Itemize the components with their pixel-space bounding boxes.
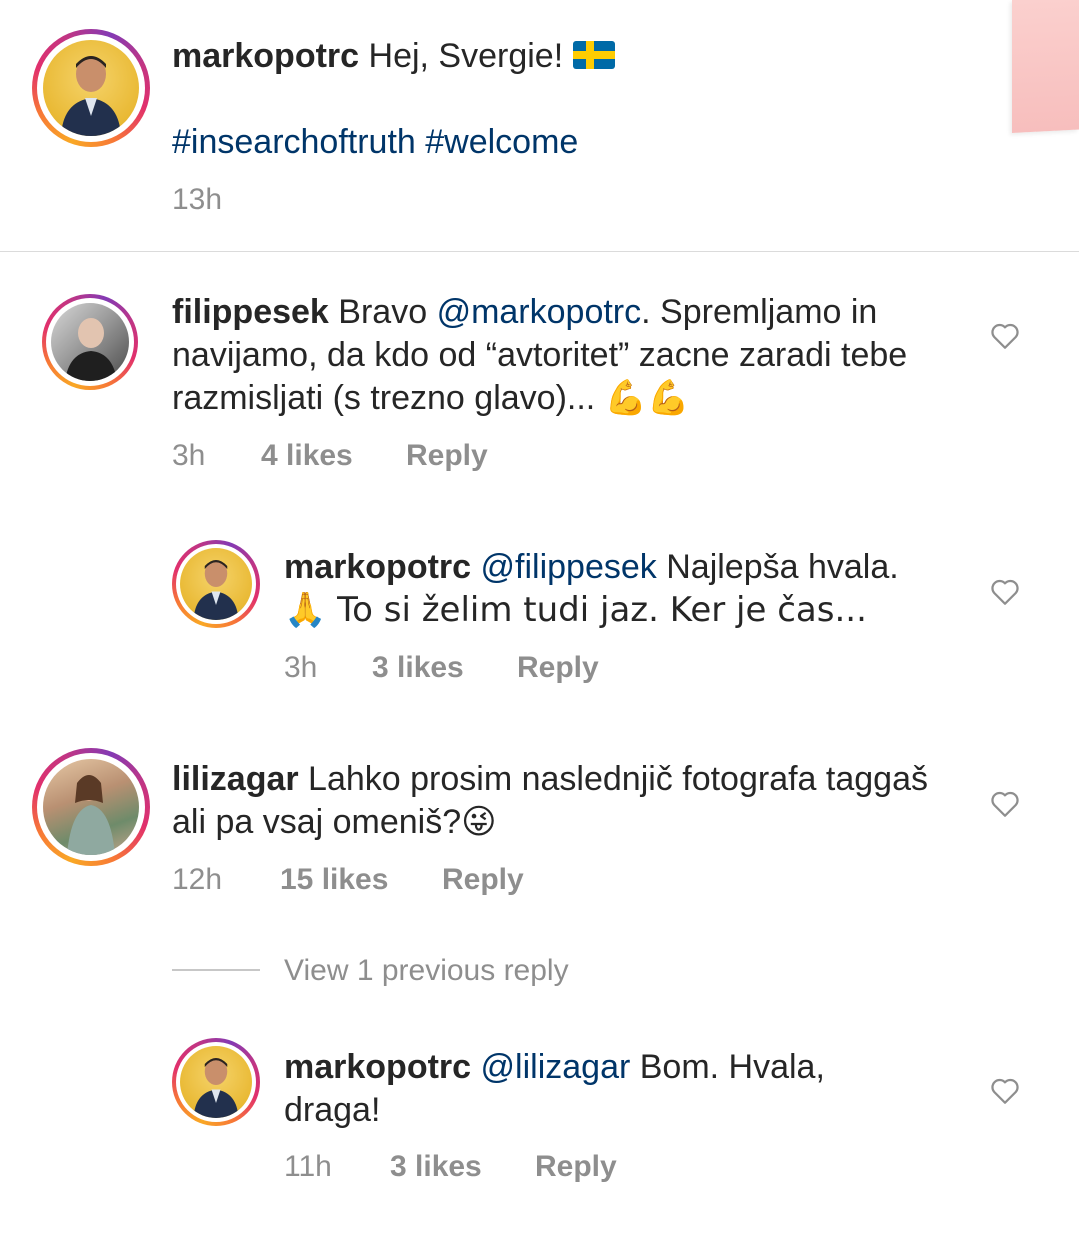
reply-body-line2: 🙏 To si želim tudi jaz. Ker je čas... xyxy=(284,590,867,630)
caption-username[interactable]: markopotrc xyxy=(172,37,359,75)
comment-time: 12h xyxy=(172,863,223,896)
heart-outline-icon[interactable] xyxy=(988,318,1022,352)
view-previous-reply-link[interactable]: View 1 previous reply xyxy=(284,954,569,988)
reply-mention[interactable]: @filippesek xyxy=(481,548,657,586)
reply-body: Najlepša hvala. xyxy=(656,548,899,586)
comment-mention[interactable]: @markopotrc xyxy=(437,293,642,331)
reply-likes[interactable]: 3 likes xyxy=(390,1150,482,1184)
reply-time: 3h xyxy=(284,651,318,684)
divider xyxy=(0,251,1079,252)
reply-username[interactable]: markopotrc xyxy=(284,1048,471,1086)
heart-outline-icon[interactable] xyxy=(988,1073,1022,1107)
comment-likes[interactable]: 4 likes xyxy=(261,439,353,473)
comment-username[interactable]: lilizagar xyxy=(172,760,299,798)
comment-avatar-ring[interactable] xyxy=(42,294,138,390)
reply-button[interactable]: Reply xyxy=(517,651,599,685)
reply-button[interactable]: Reply xyxy=(406,439,488,473)
avatar xyxy=(180,1046,252,1118)
reply-avatar-ring[interactable] xyxy=(172,540,260,628)
avatar xyxy=(51,303,129,381)
reply-username[interactable]: markopotrc xyxy=(284,548,471,586)
heart-outline-icon[interactable] xyxy=(988,786,1022,820)
comment-text: filippesek Bravo @markopotrc. Spremljamo… xyxy=(172,291,952,420)
avatar xyxy=(43,759,139,855)
comment-username[interactable]: filippesek xyxy=(172,293,329,331)
avatar xyxy=(180,548,252,620)
caption-hashtags[interactable]: #insearchoftruth #welcome xyxy=(172,121,578,164)
caption-time: 13h xyxy=(172,183,223,216)
comment-text: lilizagar Lahko prosim naslednjič fotogr… xyxy=(172,758,932,844)
avatar xyxy=(43,40,139,136)
comment-likes[interactable]: 15 likes xyxy=(280,863,388,897)
comment-avatar-ring[interactable] xyxy=(32,748,150,866)
reply-button[interactable]: Reply xyxy=(442,863,524,897)
sweden-flag-icon xyxy=(572,41,615,69)
caption-body: Hej, Svergie! xyxy=(368,37,564,75)
caption-avatar-ring[interactable] xyxy=(32,29,150,147)
caption-text: markopotrc Hej, Svergie! xyxy=(172,35,992,78)
reply-text: markopotrc @filippesek Najlepša hvala. 🙏… xyxy=(284,546,964,632)
comment-time: 3h xyxy=(172,439,206,472)
flexed-biceps-emoji: 💪💪 xyxy=(604,378,690,418)
pink-paper-corner xyxy=(1012,0,1079,134)
winking-tongue-emoji: 😜 xyxy=(461,802,497,842)
view-replies-line xyxy=(172,969,260,971)
reply-likes[interactable]: 3 likes xyxy=(372,651,464,685)
heart-outline-icon[interactable] xyxy=(988,574,1022,608)
reply-text: markopotrc @lilizagar Bom. Hvala, draga! xyxy=(284,1046,884,1132)
reply-button[interactable]: Reply xyxy=(535,1150,617,1184)
reply-avatar-ring[interactable] xyxy=(172,1038,260,1126)
comment-body-start: Bravo xyxy=(338,293,437,331)
reply-time: 11h xyxy=(284,1150,332,1183)
reply-mention[interactable]: @lilizagar xyxy=(481,1048,631,1086)
